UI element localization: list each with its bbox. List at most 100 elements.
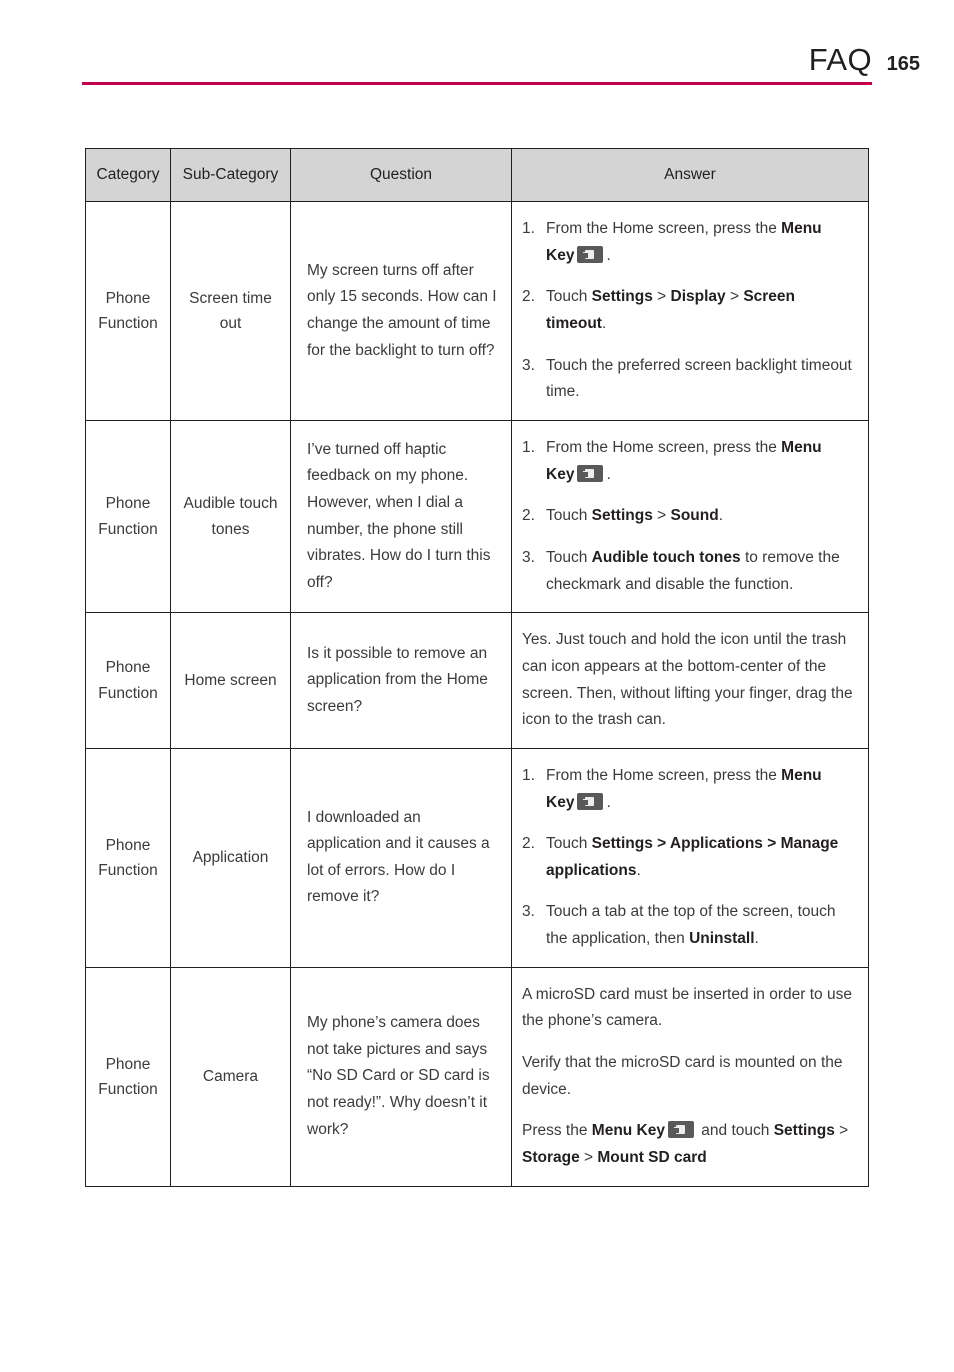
cell-sub-category: Home screen <box>170 612 291 749</box>
cell-answer: 1. From the Home screen, press the Menu K… <box>511 747 869 968</box>
cell-answer: A microSD card must be inserted in order… <box>511 966 869 1187</box>
body-text: and touch <box>697 1122 774 1140</box>
answer-step: 2. Touch Settings > Applications > Manage… <box>522 831 854 884</box>
header-rule <box>82 82 872 85</box>
step-number: 3. <box>522 356 535 374</box>
step-number: 2. <box>522 507 535 525</box>
emphasis-text: Sound <box>670 507 719 525</box>
step-number: 1. <box>522 766 535 784</box>
cell-answer: 1. From the Home screen, press the Menu K… <box>511 201 869 421</box>
answer-step-list: 1. From the Home screen, press the Menu K… <box>522 216 854 406</box>
emphasis-text: Mount SD card <box>597 1149 707 1167</box>
body-text: > <box>579 1149 598 1167</box>
body-text: Yes. Just touch and hold the icon until … <box>522 631 853 729</box>
body-text: From the Home screen, press the <box>546 438 782 456</box>
emphasis-text: Uninstall <box>689 930 755 948</box>
body-text: . <box>606 793 611 811</box>
body-text: Touch <box>546 835 592 853</box>
body-text: > <box>652 507 671 525</box>
cell-answer: Yes. Just touch and hold the icon until … <box>511 612 869 749</box>
body-text: Verify that the microSD card is mounted … <box>522 1054 843 1098</box>
body-text: . <box>606 246 611 264</box>
menu-key-icon <box>577 245 604 263</box>
body-text: . <box>754 930 759 948</box>
emphasis-text: Storage <box>522 1149 580 1167</box>
answer-paragraph: A microSD card must be inserted in order… <box>522 982 854 1035</box>
step-number: 1. <box>522 438 535 456</box>
cell-question: Is it possible to remove an application … <box>290 612 512 749</box>
table-row: Phone Function Camera My phone’s camera do… <box>85 966 869 1187</box>
cell-question: I’ve turned off haptic feedback on my ph… <box>290 419 512 614</box>
answer-step-list: 1. From the Home screen, press the Menu K… <box>522 435 854 598</box>
step-number: 2. <box>522 835 535 853</box>
body-text: Touch <box>546 507 592 525</box>
table-row: Phone Function Screen time out My screen t… <box>85 201 869 421</box>
cell-category: Phone Function <box>85 612 171 749</box>
answer-step: 1. From the Home screen, press the Menu K… <box>522 435 854 488</box>
cell-sub-category: Application <box>170 747 291 968</box>
answer-step: 3. Touch the preferred screen backlight t… <box>522 353 854 406</box>
table-row: Phone Function Application I downloaded an… <box>85 747 869 968</box>
answer-paragraph: Yes. Just touch and hold the icon until … <box>522 627 854 734</box>
cell-category: Phone Function <box>85 419 171 614</box>
table-row: Phone Function Audible touch tones I’ve tu… <box>85 419 869 614</box>
cell-category: Phone Function <box>85 201 171 421</box>
step-number: 3. <box>522 548 535 566</box>
answer-step: 2. Touch Settings > Sound. <box>522 503 854 530</box>
cell-sub-category: Screen time out <box>170 201 291 421</box>
cell-category: Phone Function <box>85 747 171 968</box>
body-text: A microSD card must be inserted in order… <box>522 985 852 1030</box>
cell-sub-category: Camera <box>170 966 291 1187</box>
menu-key-icon <box>668 1121 694 1139</box>
emphasis-text: Settings <box>773 1122 835 1140</box>
body-text: Press the <box>522 1122 592 1140</box>
page-header: FAQ 165 <box>0 0 954 100</box>
page-title: FAQ <box>808 42 872 77</box>
answer-paragraph: Verify that the microSD card is mounted … <box>522 1050 854 1103</box>
body-text: From the Home screen, press the <box>546 220 782 237</box>
column-header-category: Category <box>85 148 171 202</box>
emphasis-text: Audible touch tones <box>591 548 741 566</box>
table-header: Category Sub-Category Question Answer <box>85 148 869 202</box>
answer-step: 1. From the Home screen, press the Menu K… <box>522 216 854 269</box>
menu-key-icon <box>577 792 604 810</box>
column-header-sub-category: Sub-Category <box>170 148 291 202</box>
step-number: 2. <box>522 288 535 306</box>
body-text: > <box>834 1122 849 1140</box>
body-text: From the Home screen, press the <box>546 766 782 784</box>
menu-key-icon <box>577 464 604 482</box>
table-row: Phone Function Home screen Is it possible … <box>85 612 869 749</box>
column-header-answer: Answer <box>511 148 869 202</box>
emphasis-text: Menu Key <box>591 1122 665 1140</box>
emphasis-text: Settings <box>591 507 653 525</box>
header-title-row: FAQ 165 <box>809 44 920 75</box>
step-number: 3. <box>522 903 535 921</box>
body-text: . <box>601 314 607 332</box>
body-text: . <box>718 507 724 525</box>
answer-step: 3. Touch Audible touch tones to remove th… <box>522 545 854 598</box>
body-text: Touch <box>546 548 592 566</box>
body-text: > <box>652 288 671 306</box>
cell-category: Phone Function <box>85 966 171 1187</box>
cell-question: I downloaded an application and it cause… <box>290 747 512 968</box>
body-text: Touch the preferred screen backlight tim… <box>546 356 852 401</box>
answer-step: 1. From the Home screen, press the Menu K… <box>522 763 854 816</box>
page-number: 165 <box>886 53 920 75</box>
cell-question: My phone’s camera does not take pictures… <box>290 966 512 1187</box>
cell-answer: 1. From the Home screen, press the Menu K… <box>511 419 869 614</box>
body-text: > <box>725 288 744 306</box>
answer-step: 3. Touch a tab at the top of the screen, … <box>522 899 854 952</box>
table-body: Phone Function Screen time out My screen t… <box>85 201 869 1187</box>
answer-paragraph: Press the Menu Key and touch Settings > … <box>522 1118 854 1171</box>
table-header-row: Category Sub-Category Question Answer <box>85 148 869 202</box>
emphasis-text: Display <box>670 288 726 306</box>
column-header-question: Question <box>290 148 512 202</box>
answer-step-list: 1. From the Home screen, press the Menu K… <box>522 763 854 953</box>
emphasis-text: Settings <box>591 288 653 306</box>
body-text: . <box>636 861 641 879</box>
answer-step: 2. Touch Settings > Display > Screen time… <box>522 284 854 337</box>
step-number: 1. <box>522 220 535 237</box>
body-text: . <box>606 465 611 483</box>
faq-table: Category Sub-Category Question Answer Ph… <box>85 148 869 1187</box>
cell-question: My screen turns off after only 15 second… <box>290 201 512 421</box>
